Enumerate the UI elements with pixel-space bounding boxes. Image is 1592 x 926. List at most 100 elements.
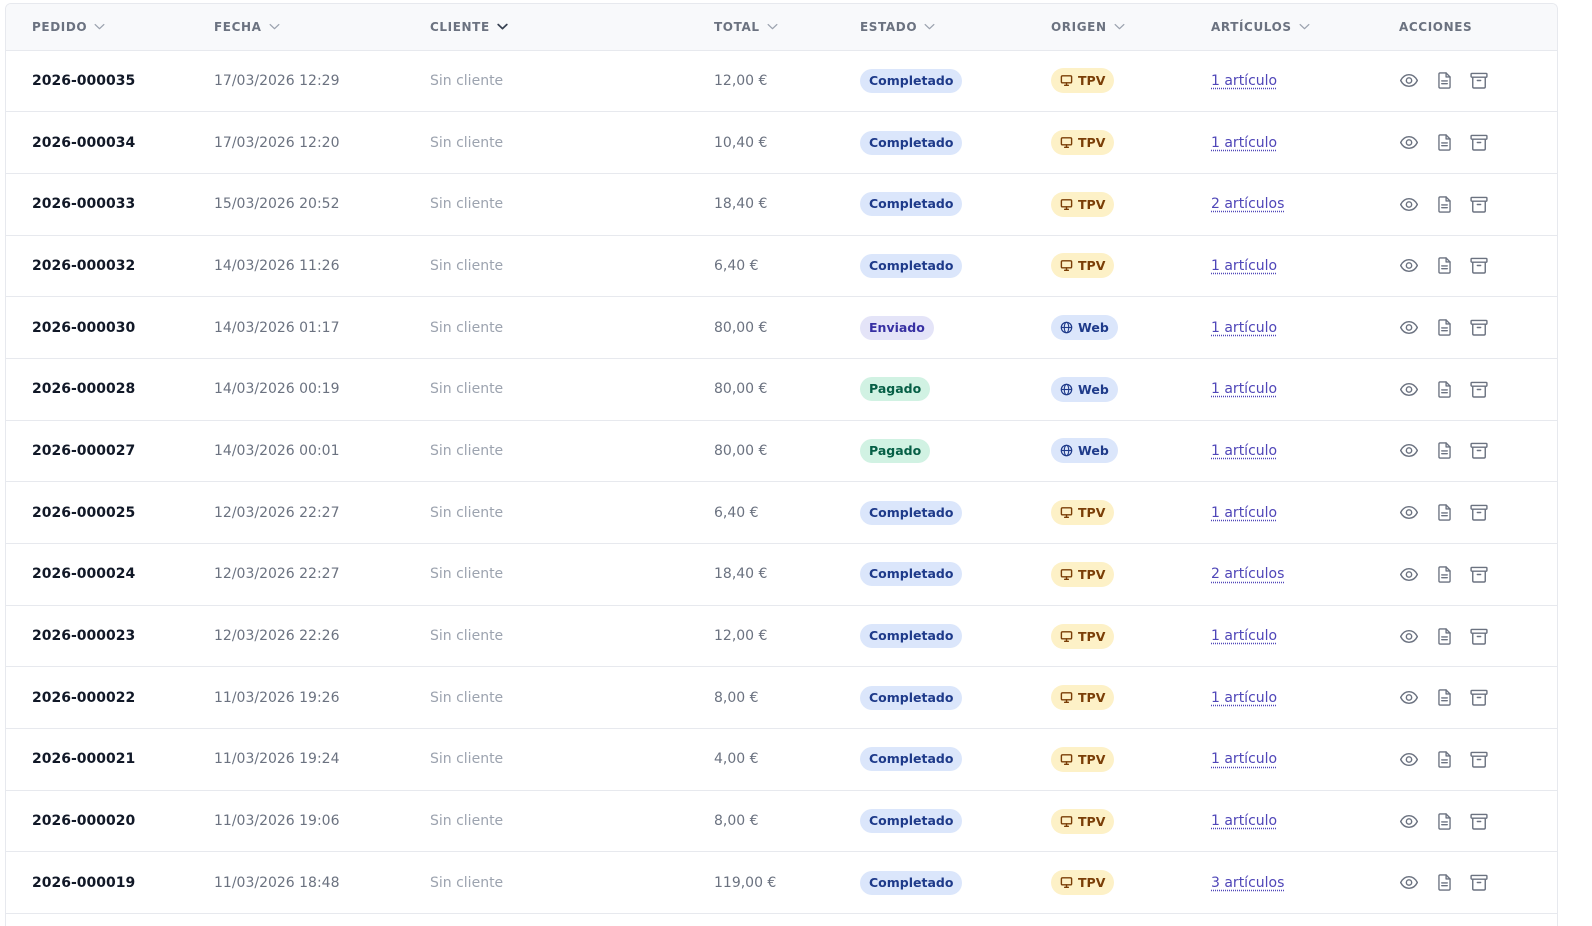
items-link[interactable]: 1 artículo	[1211, 505, 1277, 521]
column-header-5[interactable]: ORIGEN	[1051, 4, 1211, 51]
archive-icon[interactable]	[1469, 749, 1489, 769]
document-icon[interactable]	[1434, 873, 1454, 893]
view-icon[interactable]	[1399, 873, 1419, 893]
archive-icon[interactable]	[1469, 441, 1489, 461]
items-link[interactable]: 1 artículo	[1211, 751, 1277, 767]
document-icon[interactable]	[1434, 811, 1454, 831]
column-header-2[interactable]: CLIENTE	[430, 4, 714, 51]
column-header-6[interactable]: ARTÍCULOS	[1211, 4, 1399, 51]
archive-icon[interactable]	[1469, 379, 1489, 399]
chevron-down-icon[interactable]	[1113, 20, 1126, 33]
order-id[interactable]: 2026-000020	[32, 813, 135, 829]
table-row[interactable]: 2026-000028 14/03/2026 00:19 Sin cliente 80…	[6, 358, 1557, 421]
items-link[interactable]: 1 artículo	[1211, 135, 1277, 151]
table-row[interactable]: 2026-000024 12/03/2026 22:27 Sin cliente 18…	[6, 543, 1557, 606]
order-id[interactable]: 2026-000033	[32, 196, 135, 212]
order-id[interactable]: 2026-000023	[32, 628, 135, 644]
table-row[interactable]: 2026-000032 14/03/2026 11:26 Sin cliente 6,…	[6, 235, 1557, 298]
document-icon[interactable]	[1434, 749, 1454, 769]
table-row[interactable]: 2026-000033 15/03/2026 20:52 Sin cliente 18…	[6, 173, 1557, 236]
order-id[interactable]: 2026-000025	[32, 505, 135, 521]
items-link[interactable]: 1 artículo	[1211, 690, 1277, 706]
order-id[interactable]: 2026-000035	[32, 73, 135, 89]
table-row[interactable]: 2026-000025 12/03/2026 22:27 Sin cliente 6,…	[6, 481, 1557, 544]
column-header-3[interactable]: TOTAL	[714, 4, 860, 51]
items-link[interactable]: 3 artículos	[1211, 875, 1284, 891]
chevron-down-icon[interactable]	[1298, 20, 1311, 33]
chevron-down-icon[interactable]	[496, 20, 509, 33]
order-id[interactable]: 2026-000030	[32, 320, 135, 336]
items-link[interactable]: 1 artículo	[1211, 813, 1277, 829]
archive-icon[interactable]	[1469, 194, 1489, 214]
table-row[interactable]: 2026-000027 14/03/2026 00:01 Sin cliente 80…	[6, 420, 1557, 483]
document-icon[interactable]	[1434, 688, 1454, 708]
archive-icon[interactable]	[1469, 318, 1489, 338]
view-icon[interactable]	[1399, 133, 1419, 153]
view-icon[interactable]	[1399, 71, 1419, 91]
table-row[interactable]: 2026-000030 14/03/2026 01:17 Sin cliente 80…	[6, 296, 1557, 359]
view-icon[interactable]	[1399, 811, 1419, 831]
chevron-down-icon[interactable]	[766, 20, 779, 33]
document-icon[interactable]	[1434, 194, 1454, 214]
table-row[interactable]: 2026-000034 17/03/2026 12:20 Sin cliente 10…	[6, 111, 1557, 174]
archive-icon[interactable]	[1469, 811, 1489, 831]
document-icon[interactable]	[1434, 503, 1454, 523]
view-icon[interactable]	[1399, 749, 1419, 769]
table-row[interactable]: 2026-000023 12/03/2026 22:26 Sin cliente 12…	[6, 605, 1557, 668]
document-icon[interactable]	[1434, 71, 1454, 91]
items-link[interactable]: 1 artículo	[1211, 258, 1277, 274]
archive-icon[interactable]	[1469, 873, 1489, 893]
document-icon[interactable]	[1434, 626, 1454, 646]
chevron-down-icon[interactable]	[93, 20, 106, 33]
order-id[interactable]: 2026-000032	[32, 258, 135, 274]
items-link[interactable]: 1 artículo	[1211, 628, 1277, 644]
view-icon[interactable]	[1399, 379, 1419, 399]
document-icon[interactable]	[1434, 318, 1454, 338]
column-header-4[interactable]: ESTADO	[860, 4, 1051, 51]
archive-icon[interactable]	[1469, 626, 1489, 646]
table-row[interactable]: 2026-000022 11/03/2026 19:26 Sin cliente 8,…	[6, 666, 1557, 730]
archive-icon[interactable]	[1469, 256, 1489, 276]
view-icon[interactable]	[1399, 441, 1419, 461]
view-icon[interactable]	[1399, 503, 1419, 523]
document-icon[interactable]	[1434, 256, 1454, 276]
view-icon[interactable]	[1399, 256, 1419, 276]
items-link[interactable]: 1 artículo	[1211, 381, 1277, 397]
order-id[interactable]: 2026-000027	[32, 443, 135, 459]
order-id[interactable]: 2026-000022	[32, 690, 135, 706]
order-id[interactable]: 2026-000021	[32, 751, 135, 767]
column-header-1[interactable]: FECHA	[214, 4, 430, 51]
order-id[interactable]: 2026-000028	[32, 381, 135, 397]
view-icon[interactable]	[1399, 318, 1419, 338]
items-link[interactable]: 2 artículos	[1211, 196, 1284, 212]
cell-actions	[1399, 543, 1557, 606]
view-icon[interactable]	[1399, 564, 1419, 584]
column-header-content: TOTAL	[714, 20, 779, 34]
items-link[interactable]: 2 artículos	[1211, 566, 1284, 582]
archive-icon[interactable]	[1469, 503, 1489, 523]
archive-icon[interactable]	[1469, 564, 1489, 584]
archive-icon[interactable]	[1469, 688, 1489, 708]
column-header-0[interactable]: PEDIDO	[6, 4, 214, 51]
table-row[interactable]: 2026-000035 17/03/2026 12:29 Sin cliente 12…	[6, 50, 1557, 113]
chevron-down-icon[interactable]	[923, 20, 936, 33]
document-icon[interactable]	[1434, 564, 1454, 584]
view-icon[interactable]	[1399, 194, 1419, 214]
document-icon[interactable]	[1434, 441, 1454, 461]
archive-icon[interactable]	[1469, 71, 1489, 91]
view-icon[interactable]	[1399, 688, 1419, 708]
chevron-down-icon[interactable]	[268, 20, 281, 33]
table-row[interactable]: 2026-000020 11/03/2026 19:06 Sin cliente 8,…	[6, 790, 1557, 853]
order-id[interactable]: 2026-000019	[32, 875, 135, 891]
document-icon[interactable]	[1434, 133, 1454, 153]
table-row[interactable]: 2026-000019 11/03/2026 18:48 Sin cliente 11…	[6, 851, 1557, 915]
table-row[interactable]: 2026-000021 11/03/2026 19:24 Sin cliente 4,…	[6, 728, 1557, 791]
document-icon[interactable]	[1434, 379, 1454, 399]
archive-icon[interactable]	[1469, 133, 1489, 153]
items-link[interactable]: 1 artículo	[1211, 73, 1277, 89]
order-id[interactable]: 2026-000024	[32, 566, 135, 582]
items-link[interactable]: 1 artículo	[1211, 443, 1277, 459]
view-icon[interactable]	[1399, 626, 1419, 646]
items-link[interactable]: 1 artículo	[1211, 320, 1277, 336]
order-id[interactable]: 2026-000034	[32, 135, 135, 151]
